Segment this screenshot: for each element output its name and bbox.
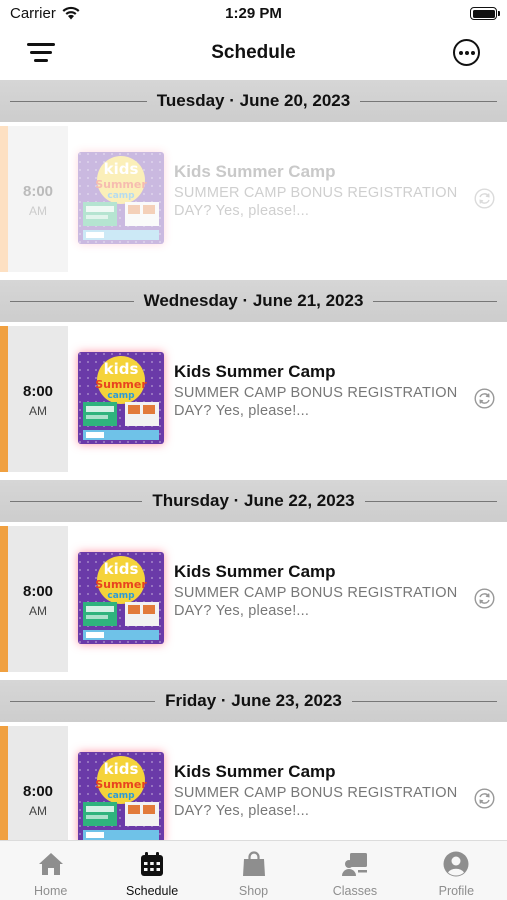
event-description: SUMMER CAMP BONUS REGISTRATION DAY? Yes,…: [174, 585, 458, 619]
date-header-label: Thursday · June 22, 2023: [152, 491, 355, 510]
svg-text:Summer: Summer: [95, 178, 147, 191]
svg-text:kids: kids: [104, 760, 139, 778]
page-title: Schedule: [211, 42, 296, 63]
tab-profile-label: Profile: [438, 884, 475, 898]
recurring-icon[interactable]: [474, 388, 495, 409]
date-header: Tuesday · June 20, 2023: [0, 80, 507, 122]
calendar-icon: [141, 852, 164, 876]
date-header-label: Friday · June 23, 2023: [165, 691, 342, 710]
tab-classes-label: Classes: [332, 884, 378, 898]
tab-classes[interactable]: Classes: [304, 841, 405, 900]
more-options-icon[interactable]: [453, 39, 480, 66]
tab-shop[interactable]: Shop: [203, 841, 304, 900]
event-time-box: 8:00 AM: [8, 126, 68, 272]
home-icon: [38, 853, 63, 875]
event-description: SUMMER CAMP BONUS REGISTRATION DAY? Yes,…: [174, 185, 458, 219]
svg-text:Summer: Summer: [95, 578, 147, 591]
svg-text:kids: kids: [104, 360, 139, 378]
hamburger-menu-icon[interactable]: [27, 41, 55, 63]
event-title: Kids Summer Camp: [174, 162, 336, 181]
event-accent-bar: [0, 726, 8, 840]
event-accent-bar: [0, 126, 8, 272]
svg-text:camp: camp: [107, 591, 135, 601]
event-accent-bar: [0, 526, 8, 672]
date-header: Friday · June 23, 2023: [0, 680, 507, 722]
recurring-icon[interactable]: [474, 188, 495, 209]
recurring-icon[interactable]: [474, 588, 495, 609]
event-row[interactable]: 8:00 AM kids Summer camp Kids Summer Cam…: [0, 122, 507, 280]
event-time: 8:00: [22, 583, 54, 600]
event-thumbnail[interactable]: kids Summer camp: [78, 352, 164, 444]
event-description: SUMMER CAMP BONUS REGISTRATION DAY? Yes,…: [174, 385, 458, 419]
tab-shop-label: Shop: [238, 884, 269, 898]
event-row[interactable]: 8:00 AM kids Summer camp Kids Summer Cam…: [0, 522, 507, 680]
event-accent-bar: [0, 326, 8, 472]
recurring-icon[interactable]: [474, 788, 495, 809]
event-time-box: 8:00 AM: [8, 326, 68, 472]
event-row[interactable]: 8:00 AM kids Summer camp Kids Summer Cam…: [0, 722, 507, 840]
status-bar: Carrier 1:29 PM: [0, 0, 507, 28]
event-thumbnail[interactable]: kids Summer camp: [78, 152, 164, 244]
tab-home-label: Home: [34, 884, 68, 898]
navigation-bar: Schedule: [0, 28, 507, 80]
svg-text:Summer: Summer: [95, 778, 147, 791]
tab-schedule-label: Schedule: [126, 884, 179, 898]
shopping-bag-icon: [242, 851, 265, 876]
event-title: Kids Summer Camp: [174, 762, 336, 781]
battery-icon: [470, 7, 500, 20]
event-time: 8:00: [22, 383, 54, 400]
svg-text:camp: camp: [107, 191, 135, 201]
event-thumbnail[interactable]: kids Summer camp: [78, 552, 164, 644]
event-time: 8:00: [22, 783, 54, 800]
event-time-ampm: AM: [29, 204, 47, 218]
date-header: Thursday · June 22, 2023: [0, 480, 507, 522]
tab-bar: Home Schedule Shop Classes Profile: [0, 840, 507, 900]
svg-text:camp: camp: [107, 391, 135, 401]
event-time-ampm: AM: [29, 604, 47, 618]
event-time-box: 8:00 AM: [8, 526, 68, 672]
event-description: SUMMER CAMP BONUS REGISTRATION DAY? Yes,…: [174, 785, 458, 819]
event-time-ampm: AM: [29, 804, 47, 818]
date-header-label: Tuesday · June 20, 2023: [156, 91, 351, 110]
schedule-list[interactable]: Tuesday · June 20, 2023 8:00 AM kids Sum…: [0, 80, 507, 840]
tab-schedule[interactable]: Schedule: [101, 841, 202, 900]
event-title: Kids Summer Camp: [174, 362, 336, 381]
event-time-ampm: AM: [29, 404, 47, 418]
event-thumbnail[interactable]: kids Summer camp: [78, 752, 164, 840]
tab-home[interactable]: Home: [0, 841, 101, 900]
classes-icon: [341, 853, 367, 876]
event-title: Kids Summer Camp: [174, 562, 336, 581]
tab-profile[interactable]: Profile: [406, 841, 507, 900]
status-time: 1:29 PM: [225, 5, 282, 22]
svg-text:kids: kids: [104, 160, 139, 178]
date-header: Wednesday · June 21, 2023: [0, 280, 507, 322]
date-header-label: Wednesday · June 21, 2023: [143, 291, 364, 310]
svg-text:Summer: Summer: [95, 378, 147, 391]
svg-text:camp: camp: [107, 791, 135, 801]
event-row[interactable]: 8:00 AM kids Summer camp Kids Summer Cam…: [0, 322, 507, 480]
event-time: 8:00: [22, 183, 54, 200]
event-time-box: 8:00 AM: [8, 726, 68, 840]
svg-text:kids: kids: [104, 560, 139, 578]
profile-icon: [443, 851, 469, 877]
